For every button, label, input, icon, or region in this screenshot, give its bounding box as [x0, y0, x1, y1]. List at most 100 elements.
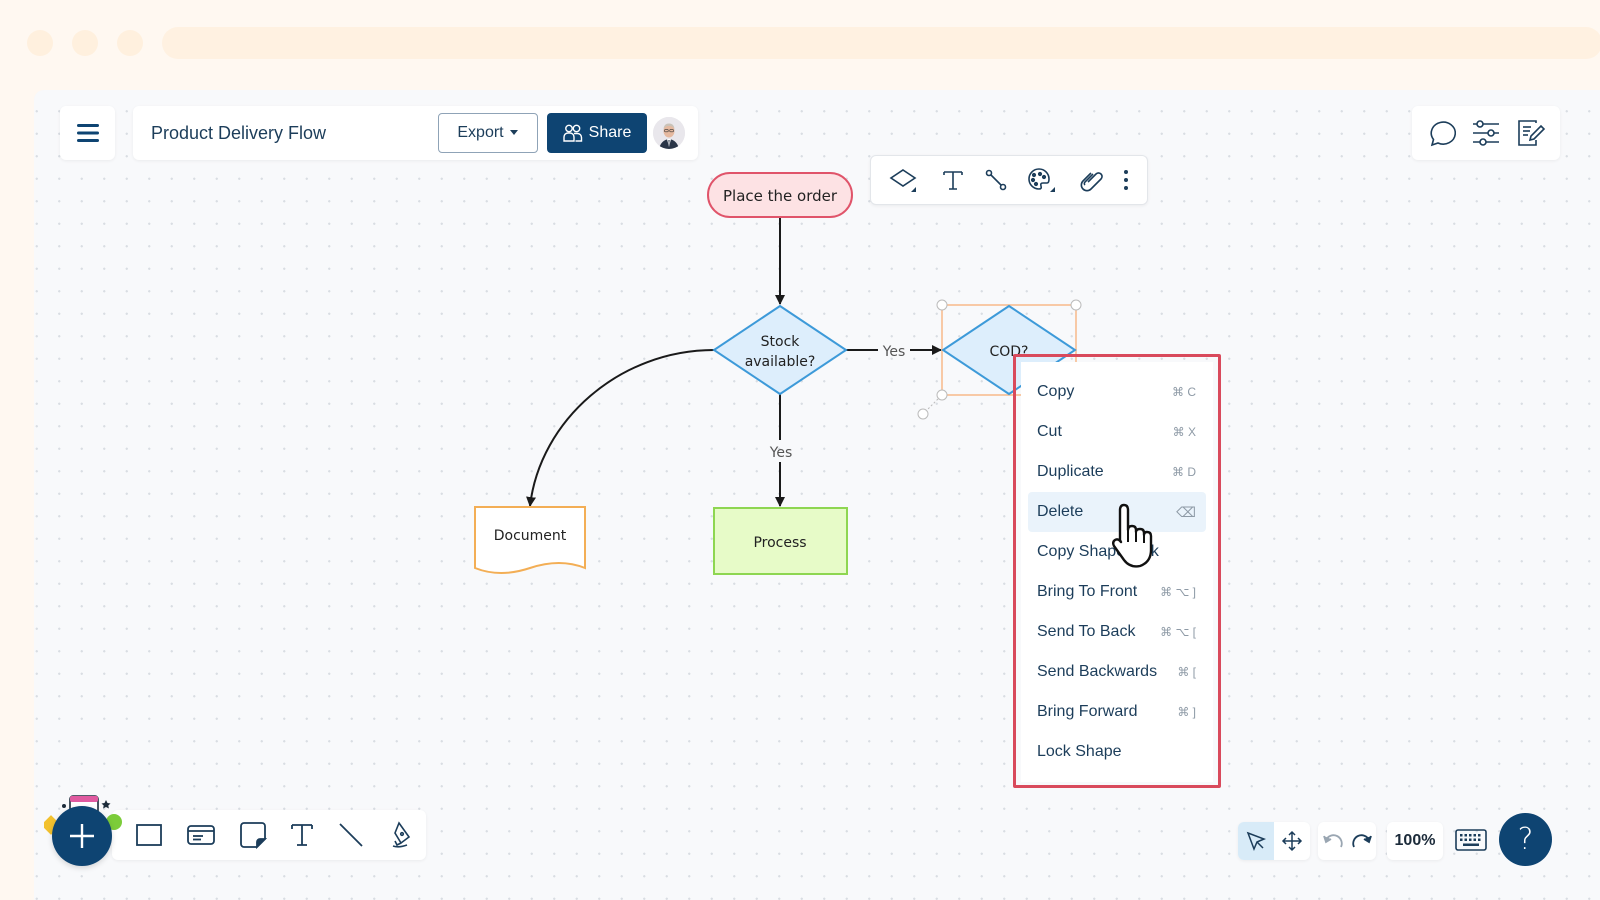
edit-document-icon	[1518, 120, 1546, 146]
menu-item-cut[interactable]: Cut ⌘ X	[1028, 412, 1206, 452]
card-tool[interactable]	[186, 823, 216, 847]
resize-handle[interactable]	[1070, 299, 1082, 311]
comments-button[interactable]	[1426, 119, 1456, 147]
card-icon	[187, 825, 215, 845]
share-label: Share	[588, 124, 632, 141]
menu-item-bring-to-front[interactable]: Bring To Front ⌘ ⌥ ]	[1028, 572, 1206, 612]
menu-item-label: Delete	[1037, 503, 1084, 520]
connector-icon	[985, 169, 1006, 191]
edge-label-yes-right: Yes	[882, 344, 906, 360]
context-menu: Copy ⌘ C Cut ⌘ X Duplicate ⌘ D Delete ⌫ Copy…	[1021, 362, 1213, 782]
zoom-level[interactable]: 100%	[1387, 822, 1443, 860]
shape-type-button[interactable]	[888, 166, 922, 194]
text-icon	[943, 171, 963, 190]
keyboard-shortcuts-button[interactable]	[1455, 829, 1487, 851]
resize-handle[interactable]	[936, 389, 948, 401]
redo-icon	[1351, 834, 1372, 848]
node-label: Process	[753, 535, 806, 551]
notes-button[interactable]	[1516, 118, 1546, 148]
menu-item-label: Cut	[1037, 423, 1062, 440]
menu-item-label: Copy	[1037, 383, 1075, 400]
node-label: Place the order	[723, 187, 838, 205]
share-button[interactable]: Share	[547, 113, 647, 153]
link-button[interactable]	[1077, 167, 1103, 193]
plus-icon	[70, 824, 94, 848]
caret-down-icon	[509, 130, 518, 135]
user-avatar[interactable]	[653, 117, 685, 149]
color-button[interactable]	[1026, 166, 1058, 194]
redo-button[interactable]	[1351, 832, 1373, 850]
window-dot	[72, 30, 98, 56]
shape-toolbar	[870, 155, 1148, 205]
menu-item-send-backwards[interactable]: Send Backwards ⌘ [	[1028, 652, 1206, 692]
hamburger-icon	[76, 124, 99, 142]
shortcut: ⌘ X	[1172, 425, 1196, 439]
history-controls	[1318, 822, 1376, 860]
line-tool[interactable]	[338, 822, 364, 848]
node-document[interactable]: Document	[474, 506, 586, 574]
rectangle-tool[interactable]	[135, 823, 163, 847]
menu-item-label: Duplicate	[1037, 463, 1104, 480]
export-button[interactable]: Export	[438, 113, 538, 153]
link-icon	[1080, 172, 1103, 192]
menu-item-label: Send To Back	[1037, 623, 1136, 640]
window-dot	[117, 30, 143, 56]
pointer-icon	[1246, 831, 1267, 852]
more-vertical-icon	[1123, 170, 1128, 190]
diamond-icon	[889, 169, 917, 192]
shortcut: ⌘ ]	[1177, 705, 1196, 719]
move-icon	[1281, 830, 1303, 852]
rotate-handle[interactable]	[917, 408, 929, 420]
menu-item-label: Bring To Front	[1037, 583, 1138, 600]
backspace-icon: ⌫	[1176, 503, 1196, 520]
palette-icon	[1028, 168, 1056, 192]
pen-tool[interactable]	[387, 821, 415, 849]
browser-chrome	[0, 0, 1600, 90]
sliders-icon	[1472, 120, 1499, 146]
mode-switcher	[1238, 822, 1310, 860]
add-button[interactable]	[52, 806, 112, 866]
shortcut: ⌘ C	[1172, 385, 1196, 399]
menu-item-label: Send Backwards	[1037, 663, 1158, 680]
select-mode-button[interactable]	[1238, 822, 1274, 860]
hand-cursor-icon	[1112, 503, 1153, 568]
menu-item-bring-forward[interactable]: Bring Forward ⌘ ]	[1028, 692, 1206, 732]
undo-button[interactable]	[1322, 832, 1344, 850]
help-button[interactable]: ?	[1499, 813, 1552, 866]
users-icon	[562, 124, 582, 142]
export-label: Export	[457, 124, 504, 141]
address-bar[interactable]	[162, 27, 1600, 59]
node-label: Document	[494, 528, 567, 544]
menu-item-lock-shape[interactable]: Lock Shape	[1028, 732, 1206, 772]
shortcut: ⌘ D	[1172, 465, 1196, 479]
line-icon	[339, 823, 363, 847]
shortcut: ⌘ [	[1177, 665, 1196, 679]
menu-item-duplicate[interactable]: Duplicate ⌘ D	[1028, 452, 1206, 492]
menu-item-send-to-back[interactable]: Send To Back ⌘ ⌥ [	[1028, 612, 1206, 652]
menu-item-copy[interactable]: Copy ⌘ C	[1028, 372, 1206, 412]
window-dot	[27, 30, 53, 56]
more-button[interactable]	[1122, 168, 1130, 192]
settings-button[interactable]	[1471, 120, 1501, 146]
pan-mode-button[interactable]	[1274, 822, 1310, 860]
undo-icon	[1322, 834, 1343, 848]
shortcut: ⌘ ⌥ ]	[1160, 585, 1196, 599]
menu-item-label: Bring Forward	[1037, 703, 1138, 720]
sticky-note-tool[interactable]	[239, 821, 267, 849]
bottom-toolbar	[112, 810, 426, 860]
node-label-line1: Stock	[761, 334, 801, 350]
node-label-line2: available?	[745, 354, 816, 370]
text-tool[interactable]	[289, 822, 315, 848]
text-icon	[291, 824, 314, 846]
node-process[interactable]: Process	[713, 507, 848, 575]
node-place-order[interactable]: Place the order	[707, 172, 853, 218]
title-bar: Product Delivery Flow Export Share	[133, 106, 698, 160]
keyboard-icon	[1455, 829, 1487, 851]
resize-handle[interactable]	[936, 299, 948, 311]
connector-button[interactable]	[984, 168, 1008, 192]
main-menu-button[interactable]	[60, 106, 115, 160]
speech-bubble-icon	[1430, 121, 1456, 147]
text-button[interactable]	[941, 168, 965, 192]
sticky-note-icon	[239, 822, 267, 849]
document-title[interactable]: Product Delivery Flow	[151, 123, 326, 144]
